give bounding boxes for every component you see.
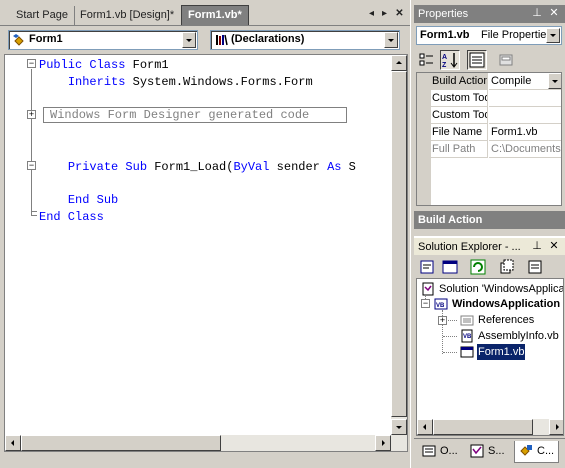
properties-title-bar: Properties ⊥ ✕: [414, 5, 565, 23]
tab-class-view[interactable]: C...: [514, 441, 560, 463]
solution-explorer-title-bar: Solution Explorer - ... ⊥ ✕: [414, 236, 565, 255]
outline-gutter: − + −: [5, 55, 39, 451]
scroll-tabs-left-icon[interactable]: ◂: [366, 8, 377, 19]
scroll-up-button[interactable]: [391, 55, 407, 71]
code-line-class: Public Class Form1: [39, 58, 169, 72]
view-designer-icon: [442, 260, 458, 274]
tab-solution-explorer[interactable]: S...: [466, 441, 509, 463]
scroll-down-button[interactable]: [391, 419, 407, 435]
code-line-inherits: Inherits System.Windows.Forms.Form: [67, 75, 313, 89]
vertical-scrollbar[interactable]: [391, 55, 407, 451]
method-combo-value: (Declarations): [231, 33, 305, 45]
collapse-sub-icon[interactable]: −: [27, 161, 36, 170]
tree-scroll-left-button[interactable]: [417, 419, 433, 435]
pin-icon[interactable]: ⊥: [531, 239, 543, 253]
properties-view-button[interactable]: [467, 50, 487, 70]
properties-object-selector[interactable]: Form1.vb File Propertie: [416, 26, 562, 45]
references-icon: [460, 315, 474, 326]
code-line-form-load: Private Sub Form1_Load(ByVal sender As S: [67, 160, 356, 174]
horizontal-scroll-thumb[interactable]: [21, 435, 221, 451]
tab-start-page[interactable]: Start Page: [10, 6, 75, 26]
pin-icon[interactable]: ⊥: [531, 6, 543, 20]
refresh-button[interactable]: [468, 257, 488, 277]
method-name-combo[interactable]: (Declarations): [210, 30, 400, 50]
view-designer-button[interactable]: [440, 257, 460, 277]
show-all-files-icon: [500, 259, 514, 274]
collapse-class-icon[interactable]: −: [27, 59, 36, 68]
class-combo-value: Form1: [29, 33, 63, 45]
property-pages-button[interactable]: [496, 50, 516, 70]
tab-form1-design[interactable]: Form1.vb [Design]*: [74, 6, 180, 26]
view-code-icon: [420, 260, 434, 274]
vertical-scroll-thumb[interactable]: [391, 71, 407, 417]
vb-project-icon: VB: [434, 298, 448, 310]
class-name-combo[interactable]: Form1: [8, 30, 198, 50]
properties-icon: [528, 260, 542, 274]
property-row[interactable]: Custom Tool: [417, 107, 561, 124]
property-row[interactable]: Custom Tool: [417, 90, 561, 107]
property-row[interactable]: File Name Form1.vb: [417, 124, 561, 141]
code-line-end-class: End Class: [39, 210, 104, 224]
code-line-end-sub: End Sub: [67, 193, 119, 207]
object-browser-icon: [422, 445, 436, 457]
object-selector-dropdown-button[interactable]: [546, 28, 560, 43]
alphabetical-icon: A Z: [442, 53, 458, 69]
code-text-area[interactable]: − + − Public Class Form1 Inherits System…: [4, 54, 408, 452]
property-row[interactable]: Build Action Compile: [417, 73, 561, 90]
class-icon: [13, 34, 24, 46]
refresh-icon: [470, 259, 486, 275]
vb-file-icon: VB: [461, 329, 473, 343]
tab-form1-code[interactable]: Form1.vb*: [181, 5, 249, 26]
property-description-title: Build Action: [414, 211, 565, 229]
properties-button[interactable]: [525, 257, 545, 277]
svg-text:VB: VB: [436, 303, 445, 309]
property-row[interactable]: Full Path C:\Documents a: [417, 141, 561, 158]
expand-references-icon[interactable]: +: [438, 316, 447, 325]
declarations-icon: [216, 34, 228, 46]
solution-explorer-title: Solution Explorer - ...: [418, 241, 521, 253]
close-document-icon[interactable]: ✕: [394, 8, 405, 19]
property-pages-icon: [469, 52, 485, 68]
document-tab-strip: Start Page Form1.vb [Design]* Form1.vb* …: [0, 0, 412, 26]
collapse-project-icon[interactable]: −: [421, 299, 430, 308]
view-code-button[interactable]: [417, 257, 437, 277]
selected-object-name: Form1.vb: [420, 29, 470, 41]
categorized-icon: [419, 53, 433, 66]
property-grid[interactable]: Build Action Compile Custom Tool Custom …: [416, 72, 562, 206]
scroll-left-button[interactable]: [5, 435, 21, 451]
expand-region-icon[interactable]: +: [27, 110, 36, 119]
tab-object-browser[interactable]: O...: [418, 441, 462, 463]
scroll-right-button[interactable]: [375, 435, 391, 451]
tool-window-tabs: O... S... C...: [414, 438, 565, 468]
selected-object-type: File Propertie: [481, 29, 547, 41]
method-combo-dropdown-button[interactable]: [384, 32, 398, 48]
collapsed-region[interactable]: Windows Form Designer generated code: [43, 107, 347, 123]
class-combo-dropdown-button[interactable]: [182, 32, 196, 48]
close-solution-explorer-icon[interactable]: ✕: [548, 239, 560, 253]
tree-horizontal-scrollbar[interactable]: [417, 419, 563, 435]
build-action-dropdown-button[interactable]: [548, 73, 561, 89]
pages-icon: [499, 54, 513, 66]
tree-scroll-right-button[interactable]: [549, 419, 563, 435]
solution-tree[interactable]: Solution 'WindowsApplicat − VB WindowsAp…: [416, 278, 564, 436]
pane-splitter[interactable]: [410, 0, 414, 468]
form-file-icon: [460, 346, 474, 358]
svg-text:A: A: [442, 54, 447, 61]
alphabetical-button[interactable]: A Z: [440, 50, 460, 70]
build-action-combo[interactable]: Compile: [489, 73, 561, 90]
scroll-tabs-right-icon[interactable]: ▸: [379, 8, 390, 19]
horizontal-scrollbar[interactable]: [5, 435, 407, 451]
categorized-button[interactable]: [417, 50, 437, 70]
code-editor-window: Start Page Form1.vb [Design]* Form1.vb* …: [0, 0, 412, 468]
show-all-files-button[interactable]: [497, 257, 517, 277]
svg-text:VB: VB: [463, 334, 472, 340]
svg-text:Z: Z: [442, 62, 447, 69]
tree-scroll-thumb[interactable]: [433, 419, 533, 435]
class-view-icon: [520, 445, 532, 456]
close-properties-icon[interactable]: ✕: [548, 6, 560, 20]
solution-icon: [422, 282, 434, 296]
properties-title: Properties: [418, 8, 469, 20]
solution-explorer-icon: [470, 444, 484, 458]
